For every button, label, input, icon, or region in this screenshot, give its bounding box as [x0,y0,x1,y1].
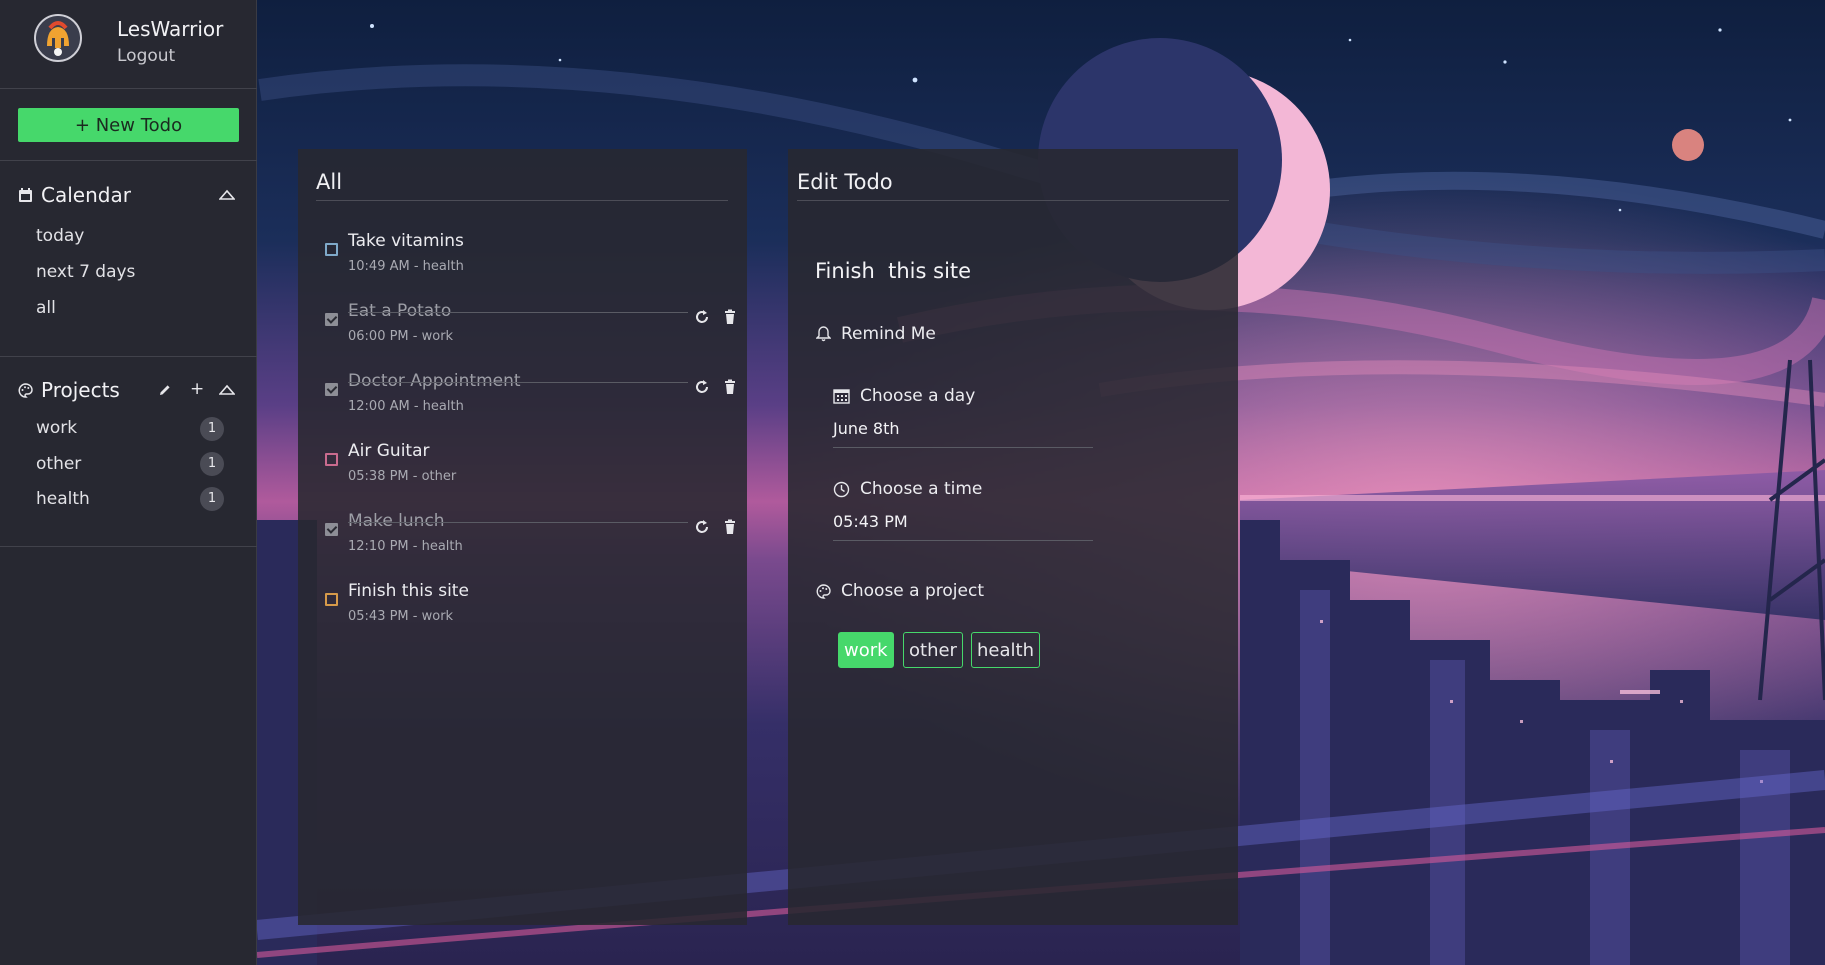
projects-section-header[interactable]: Projects [18,378,120,402]
remind-me-text: Remind Me [841,324,936,344]
logout-link[interactable]: Logout [117,46,175,66]
todo-item[interactable]: Doctor Appointment 12:00 AM - health [322,371,735,429]
todo-meta: 12:00 AM - health [348,399,464,414]
strikethrough-line [348,312,688,313]
calendar-section-header[interactable]: Calendar [18,183,131,207]
palette-icon [816,583,831,599]
project-option-health[interactable]: health [971,632,1040,668]
calendar-icon [19,187,32,202]
project-count-badge: 1 [200,487,224,511]
todo-checkbox-checked[interactable] [325,523,338,536]
edit-projects-pencil-icon[interactable] [158,383,172,397]
warrior-helmet-icon [36,16,80,60]
edit-panel-title: Edit Todo [797,170,893,194]
todo-item[interactable]: Finish this site 05:43 PM - work [322,581,732,639]
todo-title-input[interactable] [813,252,1117,290]
todo-title: Air Guitar [348,441,430,461]
calendar-item-next-7-days[interactable]: next 7 days [36,262,135,282]
choose-day-label: Choose a day [833,386,975,406]
panel-title-rule [316,200,728,201]
divider [0,160,257,161]
todo-title: Take vitamins [348,231,464,251]
trash-icon[interactable] [722,379,738,395]
collapse-projects-icon[interactable] [219,384,235,396]
panel-title-rule [797,200,1229,201]
todo-list-panel: All Take vitamins 10:49 AM - health Eat … [298,149,747,925]
username: LesWarrior [117,17,224,41]
bell-icon [816,326,831,342]
choose-project-label: Choose a project [816,581,984,601]
todo-item[interactable]: Take vitamins 10:49 AM - health [322,231,732,289]
restore-icon[interactable] [694,519,710,535]
divider [0,356,257,357]
choose-time-label: Choose a time [833,479,982,499]
project-item-health[interactable]: health [36,489,90,509]
todo-item[interactable]: Air Guitar 05:38 PM - other [322,441,732,499]
todo-meta: 12:10 PM - health [348,539,463,554]
strikethrough-line [348,382,688,383]
project-count-badge: 1 [200,452,224,476]
project-item-other[interactable]: other [36,454,81,474]
choose-project-text: Choose a project [841,581,984,601]
todo-item[interactable]: Eat a Potato 06:00 PM - work [322,301,735,359]
strikethrough-line [348,522,688,523]
todo-checkbox[interactable] [325,243,338,256]
calendar-item-all[interactable]: all [36,298,56,318]
todo-title: Doctor Appointment [348,371,521,391]
choose-time-text: Choose a time [860,479,983,499]
trash-icon[interactable] [722,309,738,325]
restore-icon[interactable] [694,379,710,395]
calendar-title: Calendar [41,183,131,207]
todo-meta: 05:43 PM - work [348,609,454,624]
avatar[interactable] [34,14,82,62]
todo-item[interactable]: Make lunch 12:10 PM - health [322,511,735,569]
trash-icon[interactable] [722,519,738,535]
collapse-calendar-icon[interactable] [219,189,235,201]
sidebar: LesWarrior Logout + New Todo Calendar to… [0,0,257,965]
add-project-button[interactable]: + [190,381,204,398]
todo-checkbox[interactable] [325,453,338,466]
todo-meta: 10:49 AM - health [348,259,464,274]
day-picker-value[interactable]: June 8th [833,419,900,438]
todo-checkbox-checked[interactable] [325,383,338,396]
user-header: LesWarrior Logout [0,0,257,89]
todo-checkbox-checked[interactable] [325,313,338,326]
time-picker-value[interactable]: 05:43 PM [833,512,908,531]
time-field-underline [833,540,1093,541]
choose-day-text: Choose a day [860,386,976,406]
project-item-work[interactable]: work [36,418,77,438]
project-option-work[interactable]: work [838,632,894,668]
todo-checkbox[interactable] [325,593,338,606]
todo-meta: 05:38 PM - other [348,469,457,484]
palette-icon [18,382,33,398]
divider [0,546,257,547]
todo-title: Finish this site [348,581,469,601]
todo-title: Eat a Potato [348,301,452,321]
todo-title: Make lunch [348,511,445,531]
todo-meta: 06:00 PM - work [348,329,454,344]
day-field-underline [833,447,1093,448]
project-count-badge: 1 [200,417,224,441]
clock-icon [833,481,850,497]
project-option-other[interactable]: other [903,632,963,668]
projects-title: Projects [41,378,120,402]
calendar-item-today[interactable]: today [36,226,84,246]
new-todo-button[interactable]: + New Todo [18,108,239,142]
remind-me-label[interactable]: Remind Me [816,324,936,344]
restore-icon[interactable] [694,309,710,325]
list-panel-title: All [316,170,343,194]
calendar-grid-icon [833,389,850,404]
